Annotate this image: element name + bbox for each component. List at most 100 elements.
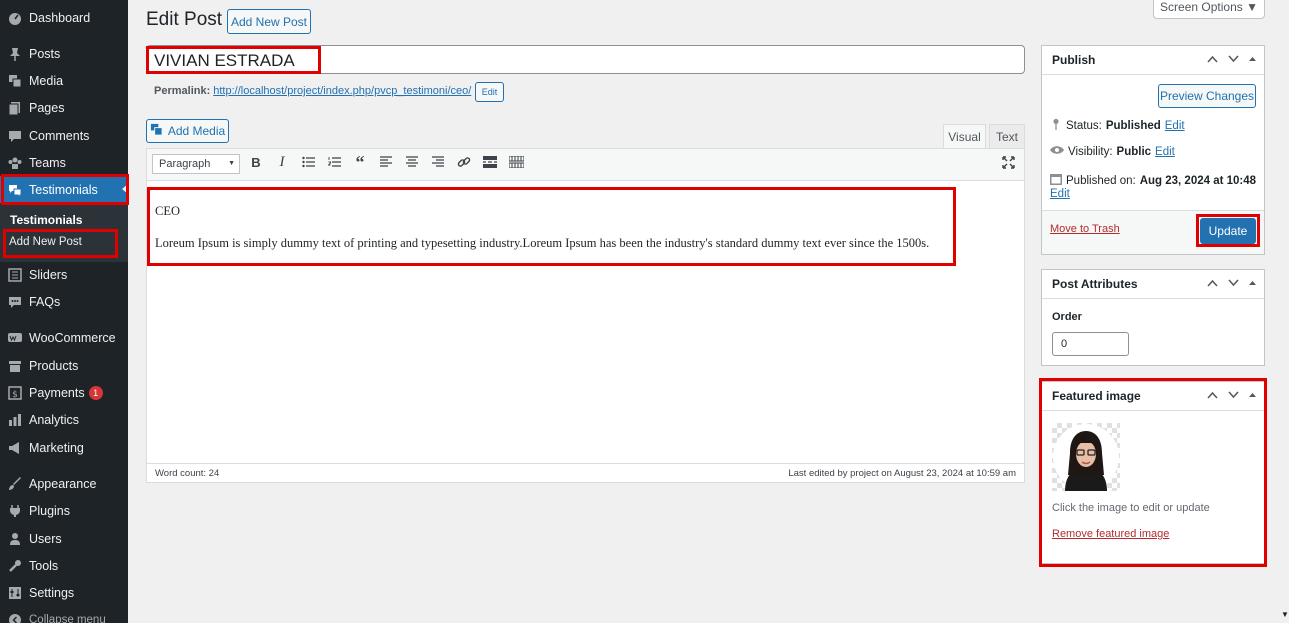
visibility-row: Visibility: Public Edit xyxy=(1050,145,1175,158)
chevron-down-icon[interactable] xyxy=(1228,54,1239,66)
editor-statusbar: Word count: 24 Last edited by project on… xyxy=(147,463,1024,482)
order-input[interactable]: 0 xyxy=(1052,332,1129,356)
sidebar-item-plugins[interactable]: Plugins xyxy=(0,497,128,524)
post-attributes-box: Post Attributes Order 0 xyxy=(1041,269,1265,366)
align-right-icon[interactable] xyxy=(430,154,446,170)
remove-featured-image-link[interactable]: Remove featured image xyxy=(1052,528,1169,540)
visibility-value: Public xyxy=(1116,145,1152,158)
pages-icon xyxy=(8,101,22,115)
sidebar-item-posts[interactable]: Posts xyxy=(0,40,128,67)
collapse-menu-button[interactable]: Collapse menu xyxy=(0,606,128,623)
align-left-icon[interactable] xyxy=(378,154,394,170)
sidebar-item-testimonials[interactable]: Testimonials xyxy=(0,176,128,203)
sidebar-item-faqs[interactable]: FAQs xyxy=(0,288,128,315)
status-value: Published xyxy=(1105,119,1161,132)
numbered-list-icon[interactable] xyxy=(326,154,342,170)
groups-icon xyxy=(8,156,22,170)
chevron-up-icon[interactable] xyxy=(1207,390,1218,402)
align-center-icon[interactable] xyxy=(404,154,420,170)
scroll-down-icon[interactable]: ▼ xyxy=(1281,610,1289,619)
sidebar-item-label: Teams xyxy=(29,155,66,170)
sidebar-item-woocommerce[interactable]: WooCommerce xyxy=(0,324,128,351)
content-paragraph-2[interactable]: Loreum Ipsum is simply dummy text of pri… xyxy=(155,236,955,251)
sidebar-item-users[interactable]: Users xyxy=(0,525,128,552)
sidebar-item-pages[interactable]: Pages xyxy=(0,94,128,121)
content-paragraph-1[interactable]: CEO xyxy=(155,204,180,219)
post-title-input[interactable]: VIVIAN ESTRADA xyxy=(146,45,1025,74)
chevron-up-icon[interactable] xyxy=(1207,278,1218,290)
page-title: Edit Post xyxy=(146,9,223,30)
permalink-url[interactable]: http://localhost/project/index.php/pvcp_… xyxy=(213,85,471,97)
media-icon xyxy=(150,123,163,139)
megaphone-icon xyxy=(8,441,22,455)
format-select[interactable]: Paragraph ▼ xyxy=(152,154,240,174)
fullscreen-icon[interactable] xyxy=(1000,154,1016,170)
screen-options-button[interactable]: Screen Options ▼ xyxy=(1153,0,1265,19)
tab-visual[interactable]: Visual xyxy=(943,124,986,148)
sidebar-item-tools[interactable]: Tools xyxy=(0,552,128,579)
sidebar-item-label: Products xyxy=(29,358,79,373)
payments-badge: 1 xyxy=(88,385,103,400)
status-row: Status: Published Edit xyxy=(1050,118,1185,133)
sidebar-item-products[interactable]: Products xyxy=(0,352,128,379)
sidebar-item-sliders[interactable]: Sliders xyxy=(0,261,128,288)
eye-icon xyxy=(1050,145,1064,158)
media-icon xyxy=(8,74,22,88)
bold-icon[interactable]: B xyxy=(248,154,264,170)
sidebar-item-marketing[interactable]: Marketing xyxy=(0,434,128,461)
link-icon[interactable] xyxy=(456,154,472,170)
dashboard-icon xyxy=(8,11,22,25)
toggle-arrow-icon[interactable] xyxy=(1249,54,1256,66)
sidebar-item-teams[interactable]: Teams xyxy=(0,149,128,176)
chevron-down-icon[interactable] xyxy=(1228,278,1239,290)
slides-icon xyxy=(8,267,22,282)
order-value: 0 xyxy=(1061,338,1068,350)
sidebar-item-label: Dashboard xyxy=(29,10,91,25)
submenu-add-new-post[interactable]: Add New Post xyxy=(9,236,82,248)
visibility-label: Visibility: xyxy=(1068,145,1113,158)
sidebar-item-label: Posts xyxy=(29,46,61,61)
sidebar-item-payments[interactable]: $ Payments 1 xyxy=(0,379,128,406)
sidebar-item-dashboard[interactable]: Dashboard xyxy=(0,4,128,31)
user-icon xyxy=(8,532,22,546)
sidebar-item-comments[interactable]: Comments xyxy=(0,122,128,149)
published-edit-link[interactable]: Edit xyxy=(1050,188,1070,200)
sidebar-item-analytics[interactable]: Analytics xyxy=(0,406,128,433)
move-to-trash-link[interactable]: Move to Trash xyxy=(1050,223,1120,235)
portrait-image xyxy=(1053,424,1119,491)
toolbar-toggle-icon[interactable] xyxy=(508,154,524,170)
permalink-edit-button[interactable]: Edit xyxy=(475,82,504,102)
read-more-icon[interactable] xyxy=(482,154,498,170)
box-controls xyxy=(1207,54,1256,66)
add-media-button[interactable]: Add Media xyxy=(146,119,229,143)
chevron-down-icon[interactable] xyxy=(1228,390,1239,402)
sidebar-item-settings[interactable]: Settings xyxy=(0,579,128,606)
featured-image-thumbnail[interactable] xyxy=(1052,423,1120,491)
order-label: Order xyxy=(1052,311,1082,323)
toggle-arrow-icon[interactable] xyxy=(1249,390,1256,402)
bullet-list-icon[interactable] xyxy=(300,154,316,170)
tab-text[interactable]: Text xyxy=(989,124,1025,148)
submenu-testimonials[interactable]: Testimonials xyxy=(10,213,82,227)
editor-container: Word count: 24 Last edited by project on… xyxy=(146,148,1025,483)
publish-title: Publish xyxy=(1052,53,1096,67)
chevron-up-icon[interactable] xyxy=(1207,54,1218,66)
update-button[interactable]: Update xyxy=(1200,218,1256,244)
preview-changes-button[interactable]: Preview Changes xyxy=(1158,84,1256,108)
post-title-text: VIVIAN ESTRADA xyxy=(154,51,295,70)
add-new-post-button[interactable]: Add New Post xyxy=(227,9,311,34)
blockquote-icon[interactable]: “ xyxy=(352,152,368,172)
status-edit-link[interactable]: Edit xyxy=(1165,120,1185,132)
calendar-icon xyxy=(1050,173,1062,188)
sidebar-item-media[interactable]: Media xyxy=(0,67,128,94)
visibility-edit-link[interactable]: Edit xyxy=(1155,146,1175,158)
settings-icon xyxy=(8,586,22,600)
italic-icon[interactable]: I xyxy=(274,154,290,170)
pin-icon xyxy=(8,47,22,61)
published-on-row: Published on: Aug 23, 2024 at 10:48 xyxy=(1050,173,1256,188)
format-select-value: Paragraph xyxy=(159,158,211,170)
pin-icon xyxy=(1050,118,1062,133)
toggle-arrow-icon[interactable] xyxy=(1249,278,1256,290)
sidebar-item-label: Settings xyxy=(29,585,75,600)
sidebar-item-appearance[interactable]: Appearance xyxy=(0,470,128,497)
